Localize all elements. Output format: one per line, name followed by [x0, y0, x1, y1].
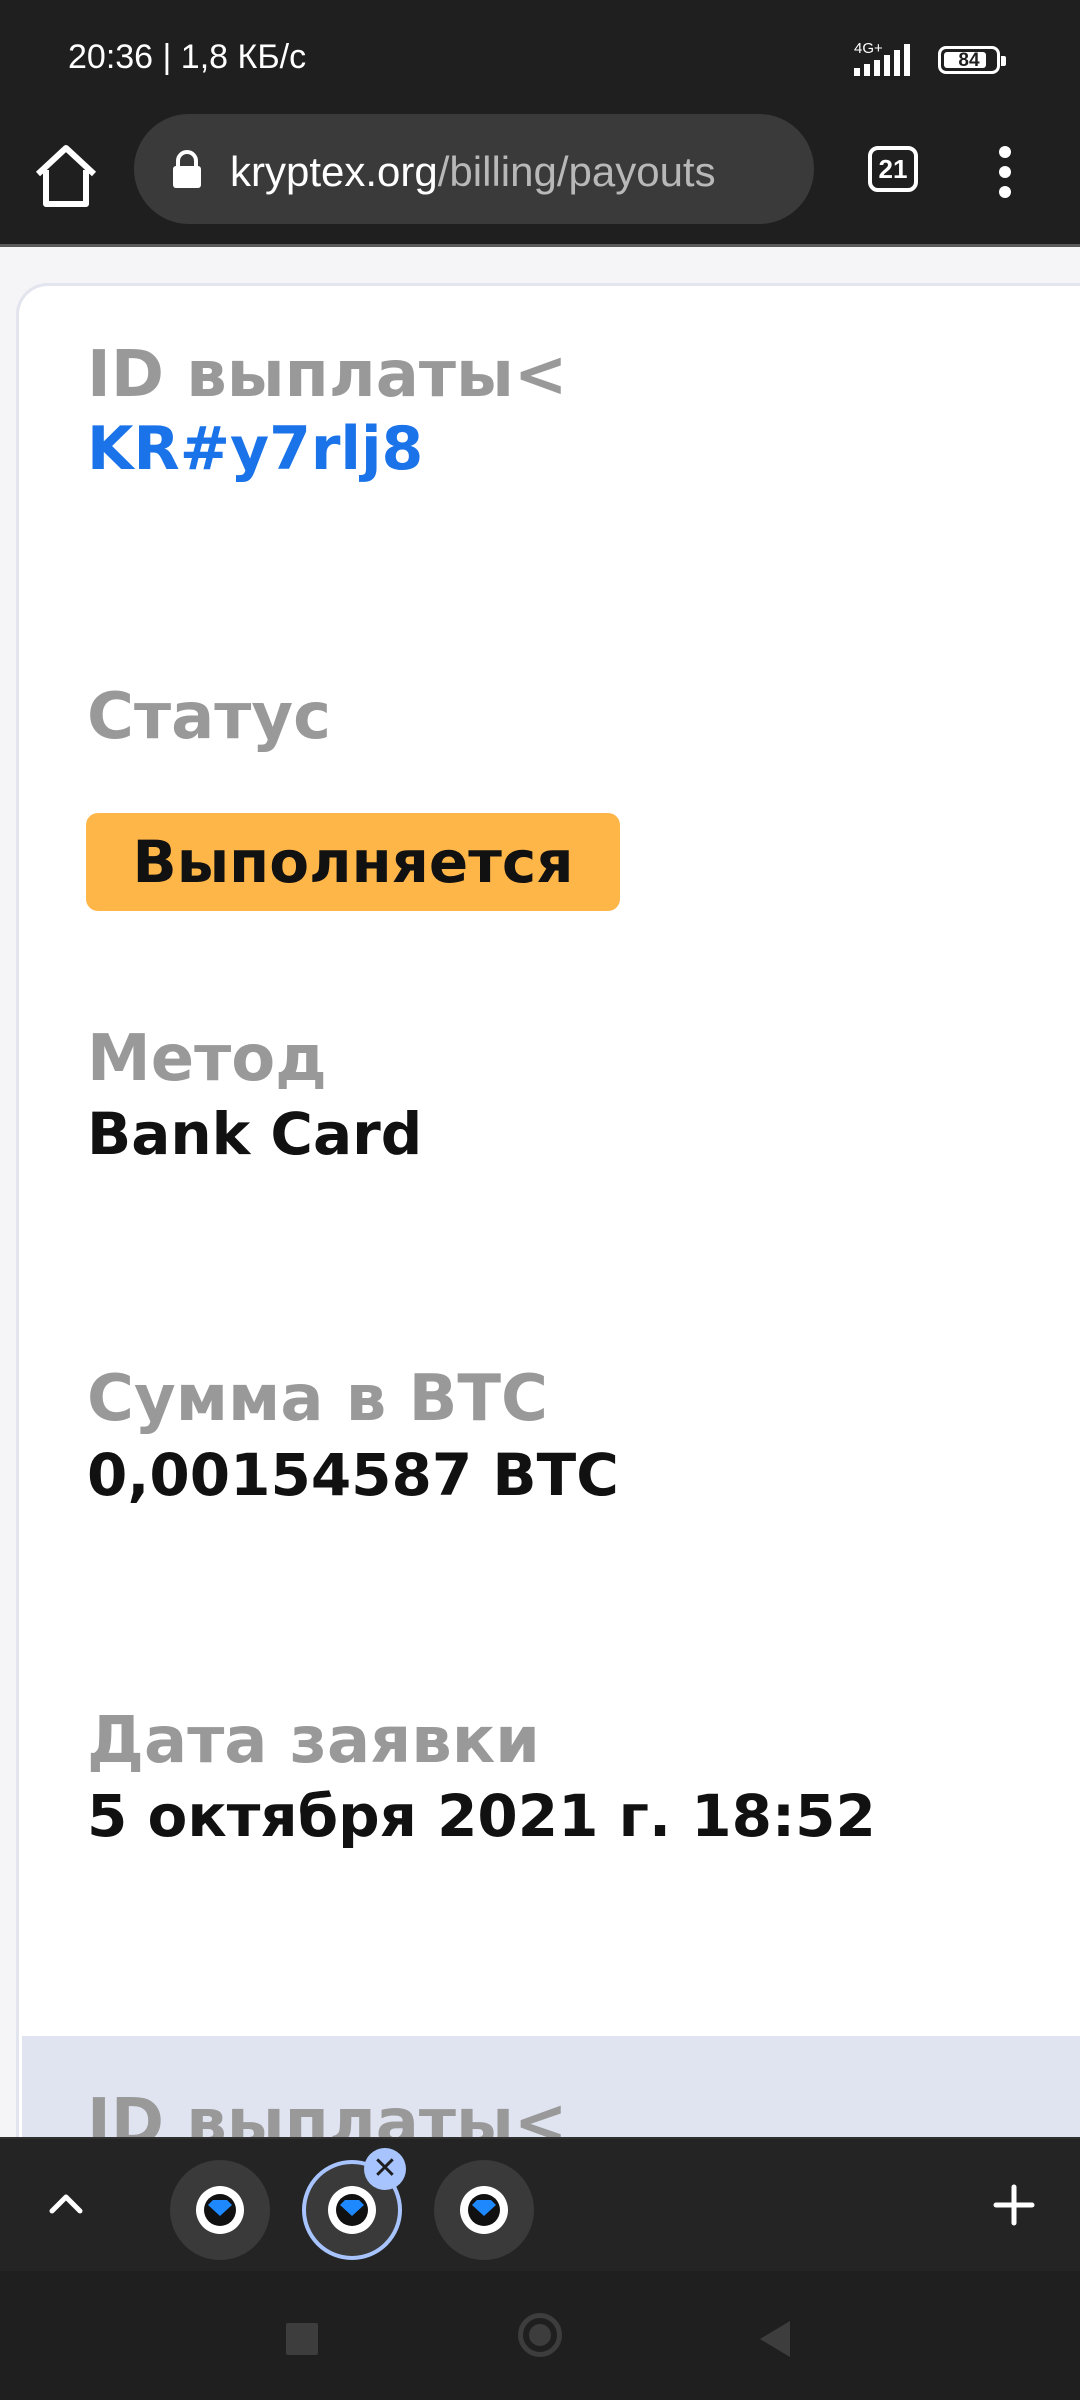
- network-type: 4G+: [854, 40, 883, 57]
- url-bar[interactable]: kryptex.org/billing/payouts: [134, 114, 814, 224]
- next-payout-id-label: ID выплаты<: [87, 2086, 568, 2137]
- tab-strip: ✕: [0, 2137, 1080, 2273]
- payout-card: ID выплаты< KR#y7rlj8 Статус Выполняется…: [16, 283, 1080, 2137]
- method-value: Bank Card: [87, 1100, 423, 1168]
- page-content: ID выплаты< KR#y7rlj8 Статус Выполняется…: [0, 247, 1080, 2137]
- gem-icon: [472, 2200, 496, 2216]
- method-label: Метод: [87, 1022, 327, 1096]
- amount-value: 0,00154587 BTC: [87, 1441, 619, 1509]
- gem-icon: [340, 2200, 364, 2216]
- home-nav-icon[interactable]: [518, 2313, 562, 2357]
- status-label: Статус: [87, 680, 331, 754]
- status-bar: 20:36 | 1,8 КБ/с 4G+ 84: [0, 0, 1080, 110]
- status-time: 20:36 | 1,8 КБ/с: [68, 38, 307, 76]
- tab-thumbnail[interactable]: [434, 2160, 534, 2260]
- date-value: 5 октября 2021 г. 18:52: [87, 1782, 876, 1850]
- new-tab-icon[interactable]: [992, 2183, 1036, 2227]
- system-nav-bar: [0, 2271, 1080, 2400]
- gem-icon: [208, 2200, 232, 2216]
- payout-id-link[interactable]: KR#y7rlj8: [87, 414, 423, 484]
- browser-toolbar: kryptex.org/billing/payouts 21: [0, 110, 1080, 246]
- overflow-menu-icon[interactable]: [990, 140, 1020, 210]
- amount-label: Сумма в BTC: [87, 1362, 548, 1436]
- url-host: kryptex.org: [230, 148, 438, 195]
- home-icon[interactable]: [30, 140, 102, 212]
- url-path: /billing/payouts: [437, 148, 716, 195]
- battery-icon: 84: [938, 46, 1006, 74]
- url-text[interactable]: kryptex.org/billing/payouts: [230, 148, 716, 196]
- tab-thumbnail[interactable]: [170, 2160, 270, 2260]
- battery-percent: 84: [958, 50, 980, 71]
- close-tab-icon[interactable]: ✕: [364, 2148, 406, 2190]
- back-icon[interactable]: [756, 2319, 792, 2359]
- tab-switcher-button[interactable]: 21: [868, 146, 918, 192]
- next-payout-row: ID выплаты<: [22, 2036, 1080, 2137]
- payout-id-label: ID выплаты<: [87, 338, 568, 412]
- lock-icon: [173, 150, 201, 188]
- date-label: Дата заявки: [87, 1704, 540, 1778]
- chevron-up-icon[interactable]: [44, 2181, 88, 2225]
- status-badge: Выполняется: [86, 813, 620, 911]
- recents-icon[interactable]: [286, 2323, 318, 2355]
